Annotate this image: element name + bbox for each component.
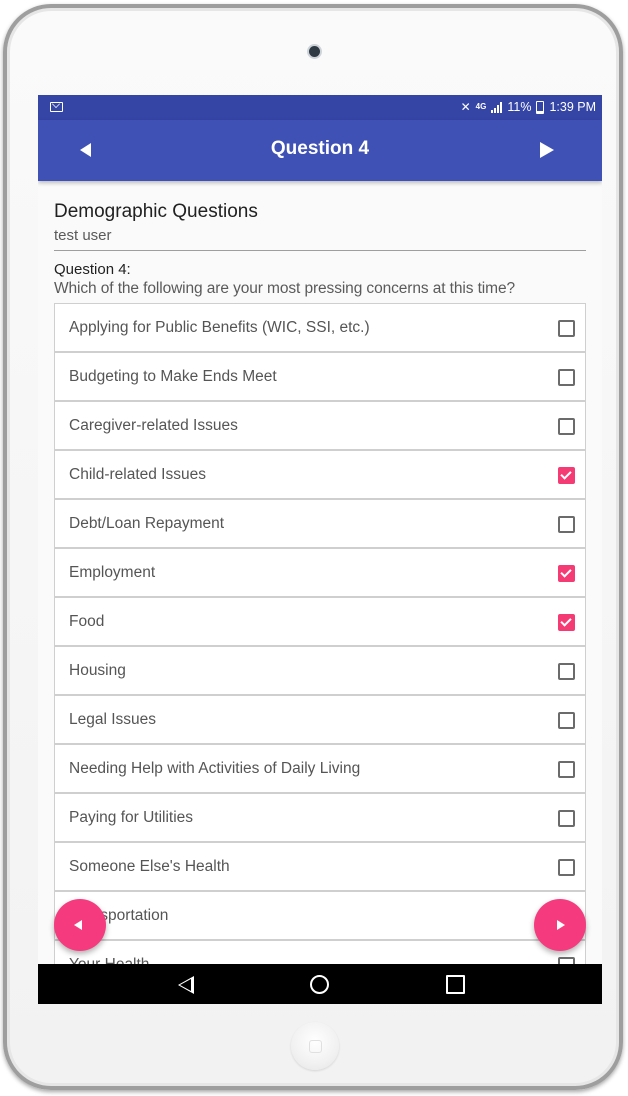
option-checkbox[interactable] (558, 810, 575, 827)
option-checkbox[interactable] (558, 761, 575, 778)
mail-icon (50, 102, 63, 112)
option-row[interactable]: Budgeting to Make Ends Meet (54, 352, 586, 401)
option-row[interactable]: Housing (54, 646, 586, 695)
arrow-left-icon (74, 920, 82, 930)
option-label: Needing Help with Activities of Daily Li… (69, 760, 361, 777)
option-row[interactable]: Food (54, 597, 586, 646)
network-type: 4G (475, 102, 487, 111)
screen: ✕ 4G 11% 1:39 PM Question 4 Demographic … (38, 95, 602, 1004)
arrow-right-icon (557, 920, 565, 930)
option-row[interactable]: Transportation (54, 891, 586, 940)
option-label: Housing (69, 662, 126, 679)
battery-icon (536, 100, 545, 114)
option-row[interactable]: Needing Help with Activities of Daily Li… (54, 744, 586, 793)
home-button-square-icon (309, 1040, 322, 1053)
option-label: Applying for Public Benefits (WIC, SSI, … (69, 319, 370, 336)
option-label: Someone Else's Health (69, 858, 230, 875)
option-row[interactable]: Legal Issues (54, 695, 586, 744)
hardware-home-button[interactable] (291, 1022, 339, 1070)
status-bar: ✕ 4G 11% 1:39 PM (38, 95, 602, 120)
option-label: Child-related Issues (69, 466, 206, 483)
status-icons: ✕ 4G 11% 1:39 PM (461, 100, 596, 114)
option-row[interactable]: Debt/Loan Repayment (54, 499, 586, 548)
app-bar: Question 4 (38, 120, 602, 181)
section-title: Demographic Questions (54, 201, 258, 222)
option-checkbox[interactable] (558, 565, 575, 582)
arrow-right-icon[interactable] (540, 142, 554, 158)
option-row[interactable]: Someone Else's Health (54, 842, 586, 891)
recents-icon[interactable] (446, 975, 465, 994)
divider (54, 250, 586, 251)
home-icon[interactable] (310, 975, 329, 994)
status-time: 1:39 PM (549, 100, 596, 114)
option-label: Legal Issues (69, 711, 157, 728)
battery-percent: 11% (507, 100, 532, 114)
option-label: Budgeting to Make Ends Meet (69, 368, 277, 385)
next-fab-button[interactable] (534, 899, 586, 951)
option-checkbox[interactable] (558, 859, 575, 876)
option-label: Debt/Loan Repayment (69, 515, 225, 532)
option-row[interactable]: Caregiver-related Issues (54, 401, 586, 450)
previous-fab-button[interactable] (54, 899, 106, 951)
option-checkbox[interactable] (558, 614, 575, 631)
option-row[interactable]: Child-related Issues (54, 450, 586, 499)
option-checkbox[interactable] (558, 418, 575, 435)
system-nav-bar (38, 964, 602, 1004)
question-number: Question 4: (54, 261, 131, 278)
option-row[interactable]: Employment (54, 548, 586, 597)
option-row[interactable]: Applying for Public Benefits (WIC, SSI, … (54, 303, 586, 352)
camera-icon (309, 46, 320, 57)
option-checkbox[interactable] (558, 516, 575, 533)
option-checkbox[interactable] (558, 369, 575, 386)
user-name: test user (54, 227, 112, 244)
option-checkbox[interactable] (558, 663, 575, 680)
option-checkbox[interactable] (558, 467, 575, 484)
option-row[interactable]: Paying for Utilities (54, 793, 586, 842)
page-title: Question 4 (270, 138, 370, 159)
option-label: Employment (69, 564, 156, 581)
option-label: Paying for Utilities (69, 809, 194, 826)
signal-icon (491, 101, 503, 113)
option-checkbox[interactable] (558, 320, 575, 337)
option-label: Caregiver-related Issues (69, 417, 238, 434)
back-icon[interactable] (178, 976, 194, 994)
option-checkbox[interactable] (558, 712, 575, 729)
mute-icon: ✕ (460, 100, 471, 114)
question-text: Which of the following are your most pre… (54, 280, 515, 297)
option-label: Food (69, 613, 105, 630)
